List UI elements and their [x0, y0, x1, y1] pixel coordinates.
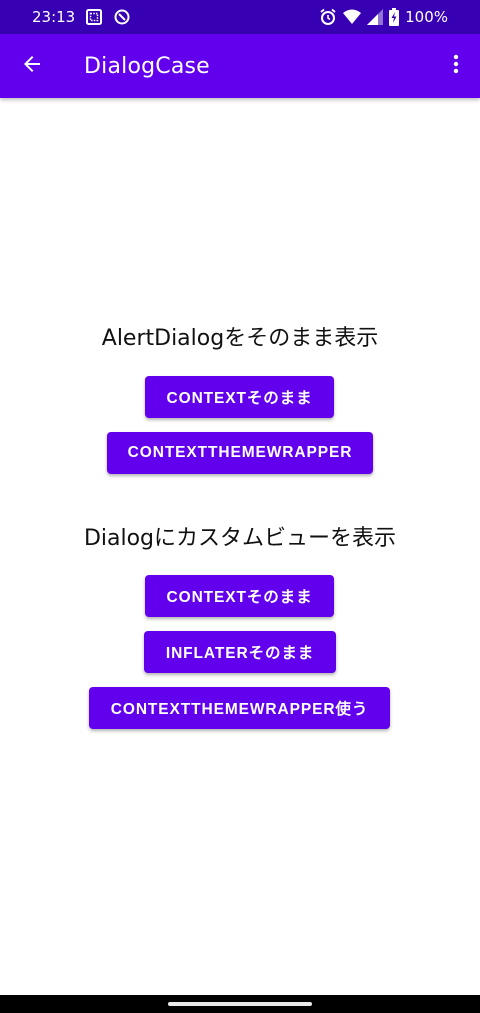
status-time: 23:13: [32, 8, 76, 26]
battery-percentage: 100%: [405, 8, 448, 26]
dialog-inflater-as-is-button[interactable]: INFLATERそのまま: [144, 631, 336, 673]
status-bar: 23:13 100%: [0, 0, 480, 34]
wifi-icon: [343, 9, 362, 25]
screenshot-icon: [85, 8, 103, 26]
back-button[interactable]: [0, 34, 64, 98]
battery-charging-icon: [389, 8, 400, 26]
home-gesture-handle[interactable]: [168, 1002, 312, 1006]
app-bar: DialogCase: [0, 34, 480, 98]
status-left: 23:13: [32, 8, 131, 26]
arrow-back-icon: [20, 52, 44, 80]
navigation-bar: [0, 995, 480, 1013]
alert-dialog-section-title: AlertDialogをそのまま表示: [101, 326, 379, 351]
more-vert-icon: [444, 52, 468, 80]
data-saver-icon: [113, 8, 131, 26]
overflow-menu-button[interactable]: [432, 34, 480, 98]
page-title: DialogCase: [84, 53, 210, 79]
dialog-context-theme-wrapper-button[interactable]: CONTEXTTHEMEWRAPPER使う: [89, 687, 390, 729]
alert-context-as-is-button[interactable]: CONTEXTそのまま: [145, 376, 334, 418]
alert-context-theme-wrapper-button[interactable]: CONTEXTTHEMEWRAPPER: [107, 432, 373, 474]
dialog-context-as-is-button[interactable]: CONTEXTそのまま: [145, 575, 334, 617]
status-right: 100%: [319, 8, 448, 26]
signal-icon: [367, 9, 384, 25]
alarm-icon: [319, 8, 337, 26]
custom-view-dialog-section-title: Dialogにカスタムビューを表示: [83, 526, 397, 551]
